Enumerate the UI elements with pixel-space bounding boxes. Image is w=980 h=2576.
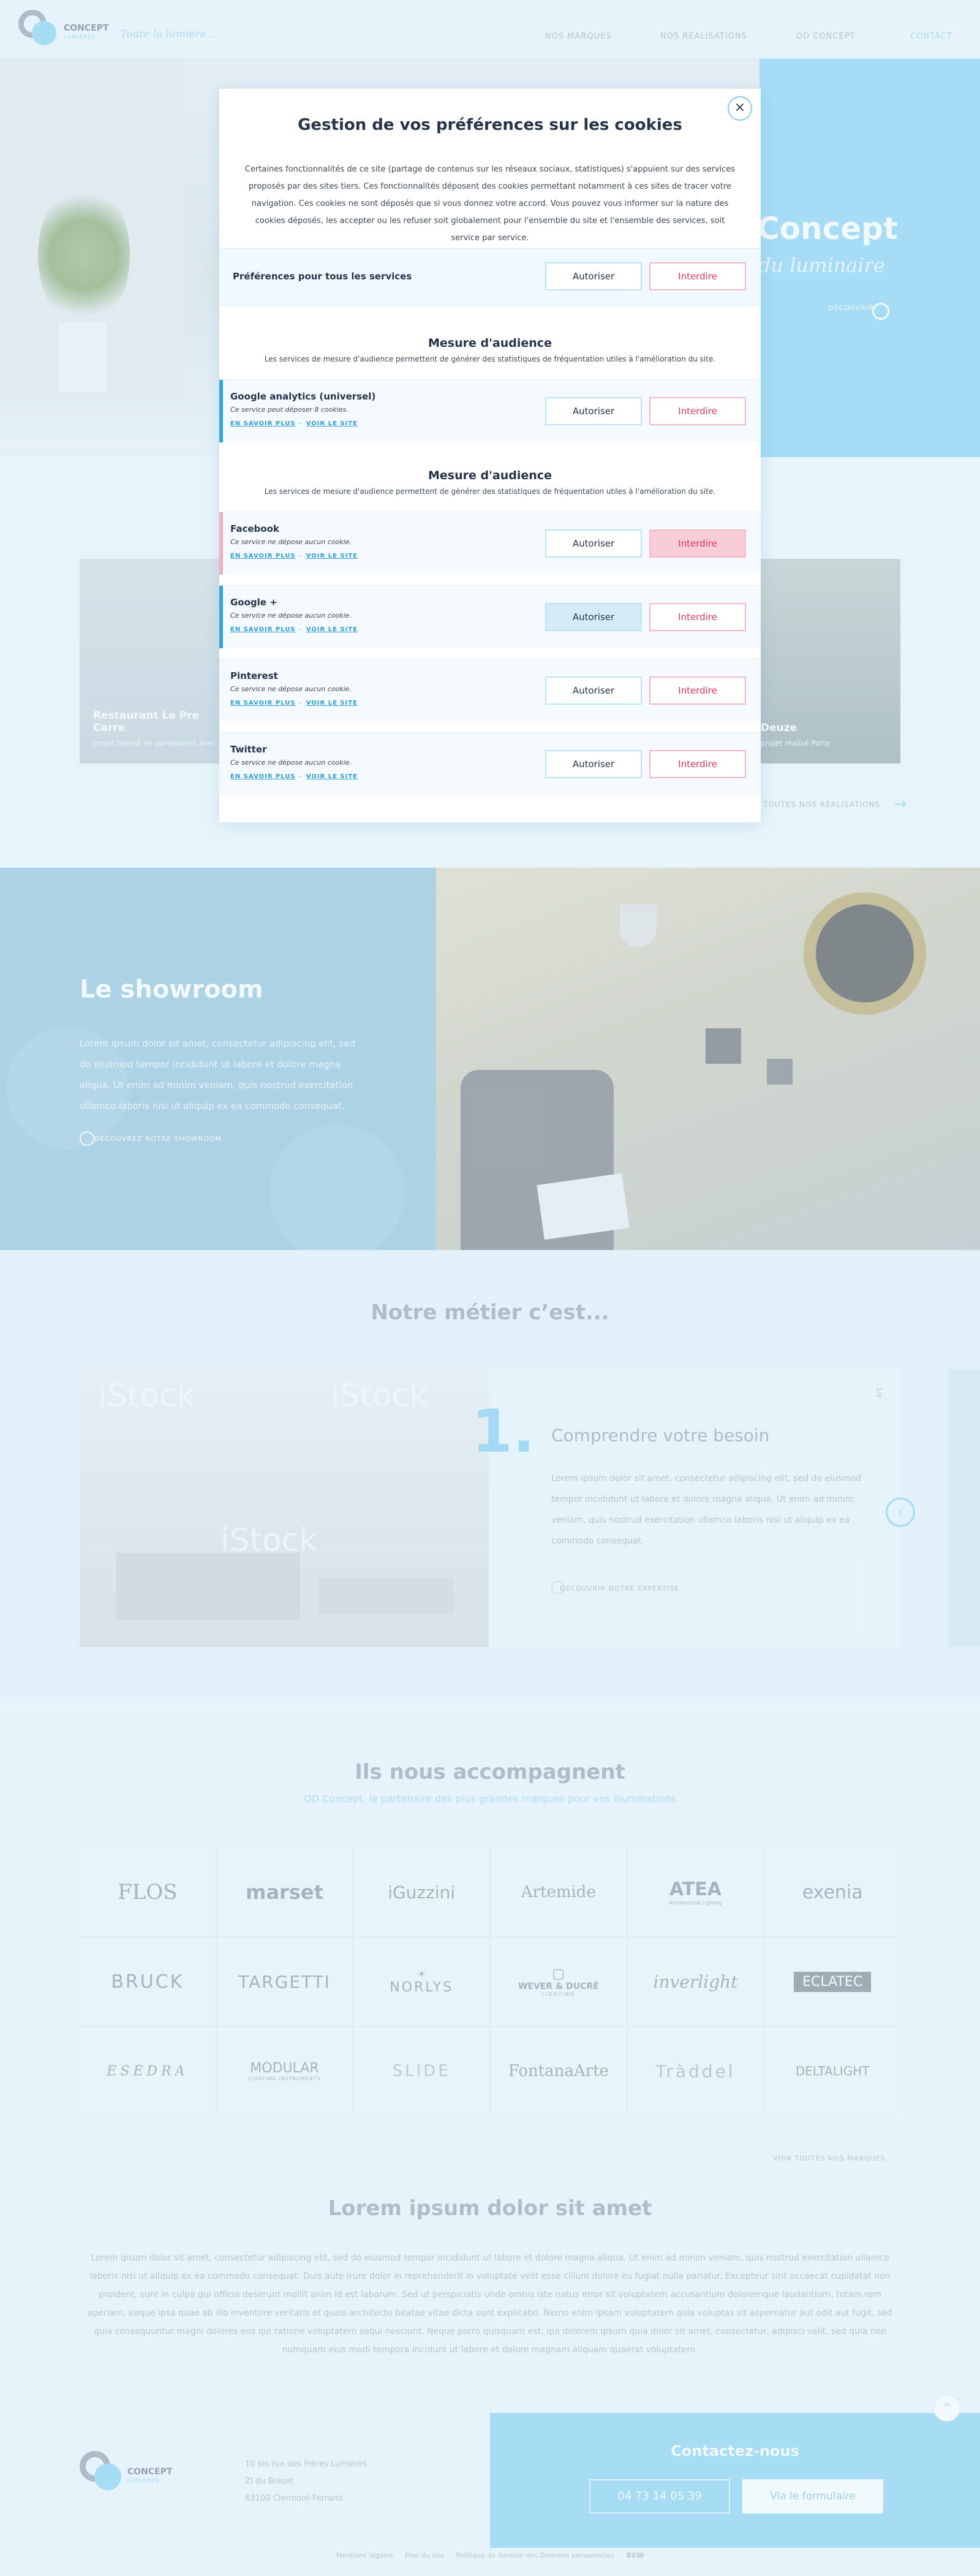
service-row-google-analytics: Google analytics (universel) Ce service … [219,379,761,442]
learn-more-link[interactable]: EN SAVOIR PLUS [230,700,296,707]
learn-more-link[interactable]: EN SAVOIR PLUS [230,553,296,559]
status-bar [219,380,223,442]
service-note: Ce service peut déposer 8 cookies. [230,406,349,414]
service-links: EN SAVOIR PLUS - VOIR LE SITE [230,553,358,559]
see-site-link[interactable]: VOIR LE SITE [306,420,358,427]
allow-all-button[interactable]: Autoriser [545,262,642,290]
deny-button[interactable]: Interdire [649,676,746,705]
service-note: Ce service ne dépose aucun cookie. [230,759,352,767]
learn-more-link[interactable]: EN SAVOIR PLUS [230,626,296,633]
status-bar [219,733,223,795]
see-site-link[interactable]: VOIR LE SITE [306,773,358,780]
allow-button[interactable]: Autoriser [545,603,642,631]
deny-all-button[interactable]: Interdire [649,262,746,290]
service-links: EN SAVOIR PLUS - VOIR LE SITE [230,420,358,427]
status-bar [219,512,223,575]
allow-button[interactable]: Autoriser [545,750,642,778]
section-title: Mesure d'audience [428,469,552,482]
section-description: Les services de mesure d'audience permet… [264,355,716,363]
global-preferences-row: Préférences pour tous les services Autor… [219,248,761,306]
service-links: EN SAVOIR PLUS - VOIR LE SITE [230,773,358,780]
service-note: Ce service ne dépose aucun cookie. [230,685,352,693]
service-name: Google + [230,597,277,608]
global-preferences-label: Préférences pour tous les services [233,271,412,282]
see-site-link[interactable]: VOIR LE SITE [306,626,358,633]
service-name: Google analytics (universel) [230,391,376,402]
see-site-link[interactable]: VOIR LE SITE [306,553,358,559]
learn-more-link[interactable]: EN SAVOIR PLUS [230,420,296,427]
service-row-facebook: Facebook Ce service ne dépose aucun cook… [219,512,761,575]
service-links: EN SAVOIR PLUS - VOIR LE SITE [230,700,358,707]
service-name: Pinterest [230,670,278,681]
deny-button[interactable]: Interdire [649,529,746,558]
section-description: Les services de mesure d'audience permet… [264,487,716,496]
modal-description: Certaines fonctionnalités de ce site (pa… [244,165,736,243]
allow-button[interactable]: Autoriser [545,397,642,425]
deny-button[interactable]: Interdire [649,750,746,778]
deny-button[interactable]: Interdire [649,397,746,425]
status-bar [219,659,223,722]
learn-more-link[interactable]: EN SAVOIR PLUS [230,773,296,780]
see-site-link[interactable]: VOIR LE SITE [306,700,358,707]
close-icon: × [734,100,746,115]
service-row-pinterest: Pinterest Ce service ne dépose aucun coo… [219,659,761,721]
service-note: Ce service ne dépose aucun cookie. [230,538,352,546]
deny-button[interactable]: Interdire [649,603,746,631]
section-title: Mesure d'audience [428,336,552,350]
allow-button[interactable]: Autoriser [545,529,642,558]
service-note: Ce service ne dépose aucun cookie. [230,612,352,619]
cookie-modal: × Gestion de vos préférences sur les coo… [219,89,761,822]
service-name: Twitter [230,744,267,755]
service-name: Facebook [230,523,279,534]
service-row-twitter: Twitter Ce service ne dépose aucun cooki… [219,732,761,795]
modal-title: Gestion de vos préférences sur les cooki… [298,116,682,134]
status-bar [219,586,223,648]
service-row-google-plus: Google + Ce service ne dépose aucun cook… [219,585,761,648]
service-links: EN SAVOIR PLUS - VOIR LE SITE [230,626,358,633]
allow-button[interactable]: Autoriser [545,676,642,705]
